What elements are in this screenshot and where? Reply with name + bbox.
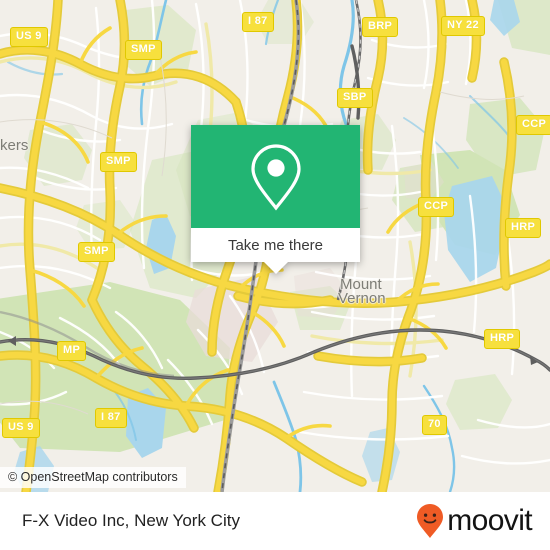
place-label-yonkers: kers [0,137,29,154]
road-shield[interactable]: HRP [484,329,521,349]
road-shield[interactable]: I 87 [242,12,274,32]
popup-header [191,125,360,228]
popup-tail-arrow [263,262,288,274]
place-label-mount-vernon-line2: Vernon [338,290,386,307]
road-shield[interactable]: 70 [422,415,447,435]
road-shield[interactable]: SMP [100,152,137,172]
road-shield[interactable]: CCP [418,197,455,217]
road-shield[interactable]: HRP [505,218,542,238]
map-screenshot-root: US 9 SMP I 87 BRP NY 22 SBP CCP SMP CCP … [0,0,550,550]
road-shield[interactable]: US 9 [2,418,40,438]
road-shield[interactable]: SBP [337,88,373,108]
map-canvas[interactable]: US 9 SMP I 87 BRP NY 22 SBP CCP SMP CCP … [0,0,550,492]
footer-bar: F-X Video Inc, New York City moovit [0,492,550,550]
popup-footer[interactable]: Take me there [191,228,360,274]
road-shield[interactable]: I 87 [95,408,127,428]
road-shield[interactable]: CCP [516,115,550,135]
osm-attribution[interactable]: © OpenStreetMap contributors [0,467,186,488]
road-shield[interactable]: SMP [125,40,162,60]
moovit-smiley-pin-icon [417,504,444,538]
location-title: F-X Video Inc, New York City [22,511,240,530]
moovit-wordmark: moovit [447,504,532,537]
take-me-there-label: Take me there [227,236,324,254]
road-shield[interactable]: SMP [78,242,115,262]
location-popup-card[interactable]: Take me there [191,125,360,274]
road-shield[interactable]: MP [57,341,87,361]
road-shield[interactable]: BRP [362,17,399,37]
road-shield[interactable]: US 9 [10,27,48,47]
road-shield[interactable]: NY 22 [441,16,485,36]
map-pin-icon [250,143,301,211]
moovit-brand[interactable]: moovit [415,503,533,539]
